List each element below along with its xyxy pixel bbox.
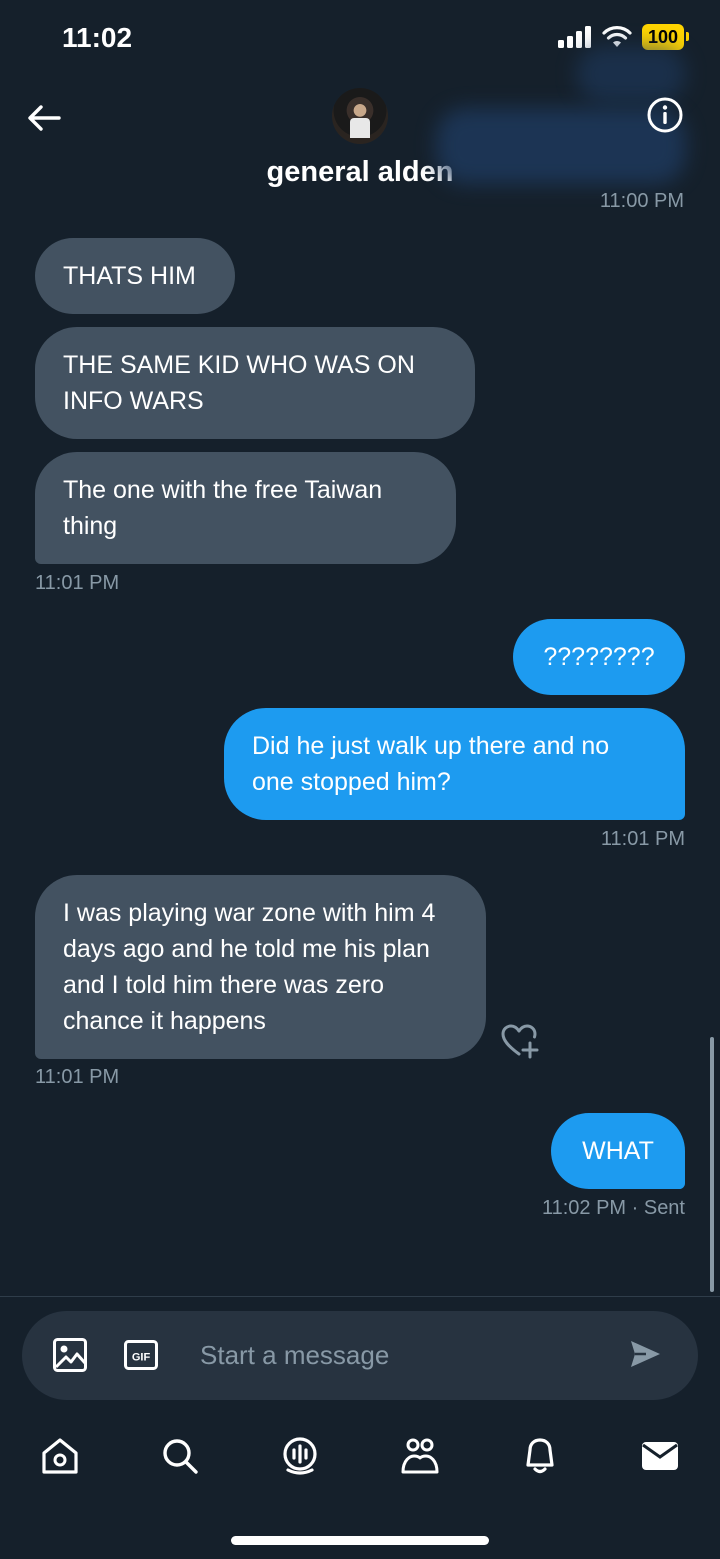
message-bubble-outgoing[interactable]: Did he just walk up there and no one sto…	[224, 708, 685, 820]
avatar[interactable]	[332, 88, 388, 144]
heart-plus-icon	[501, 1024, 539, 1059]
tab-home[interactable]	[40, 1436, 80, 1476]
notifications-icon	[526, 1438, 554, 1474]
signal-icon	[557, 26, 591, 48]
home-icon	[42, 1438, 78, 1474]
image-icon	[53, 1338, 87, 1372]
tab-spaces[interactable]	[280, 1436, 320, 1476]
tab-notifications[interactable]	[520, 1436, 560, 1476]
tab-search[interactable]	[160, 1436, 200, 1476]
message-timestamp-sent: 11:02 PM · Sent	[541, 1197, 685, 1219]
gif-icon: GIF	[124, 1340, 158, 1370]
send-button[interactable]	[628, 1337, 664, 1373]
message-composer: GIF	[22, 1311, 698, 1400]
message-timestamp: 11:01 PM	[35, 1066, 120, 1088]
message-bubble-outgoing[interactable]: ????????	[513, 619, 685, 695]
conversation-header: general alden	[0, 46, 720, 200]
tab-messages[interactable]	[640, 1436, 680, 1476]
wifi-icon	[602, 26, 632, 47]
add-photo-button[interactable]	[52, 1337, 88, 1373]
search-icon	[163, 1439, 198, 1474]
home-indicator[interactable]	[231, 1536, 489, 1545]
svg-text:GIF: GIF	[132, 1352, 151, 1364]
message-timestamp: 11:01 PM	[35, 572, 120, 594]
message-timestamp: 11:01 PM	[600, 828, 685, 850]
message-bubble-incoming[interactable]: THE SAME KID WHO WAS ON INFO WARS	[35, 327, 475, 439]
blurred-region	[576, 46, 686, 102]
send-icon	[631, 1341, 660, 1367]
react-button[interactable]	[500, 1022, 540, 1060]
arrow-left-icon	[28, 105, 61, 131]
message-input[interactable]	[200, 1333, 600, 1377]
spaces-icon	[283, 1437, 317, 1475]
back-button[interactable]	[24, 98, 64, 138]
communities-icon	[401, 1438, 439, 1474]
info-icon	[647, 97, 683, 133]
message-bubble-outgoing[interactable]: WHAT	[551, 1113, 685, 1189]
bottom-tab-bar	[0, 1420, 720, 1500]
status-time: 11:02	[62, 22, 133, 53]
message-bubble-incoming[interactable]: The one with the free Taiwan thing	[35, 452, 456, 564]
tab-communities[interactable]	[400, 1436, 440, 1476]
add-gif-button[interactable]: GIF	[123, 1337, 159, 1373]
message-bubble-incoming[interactable]: I was playing war zone with him 4 days a…	[35, 875, 486, 1059]
message-bubble-incoming[interactable]: THATS HIM	[35, 238, 235, 314]
messages-icon	[642, 1442, 678, 1470]
conversation-info-button[interactable]	[646, 96, 684, 134]
message-list[interactable]: THATS HIM THE SAME KID WHO WAS ON INFO W…	[0, 200, 720, 1295]
composer-divider	[0, 1296, 720, 1297]
scrollbar[interactable]	[710, 1037, 714, 1292]
